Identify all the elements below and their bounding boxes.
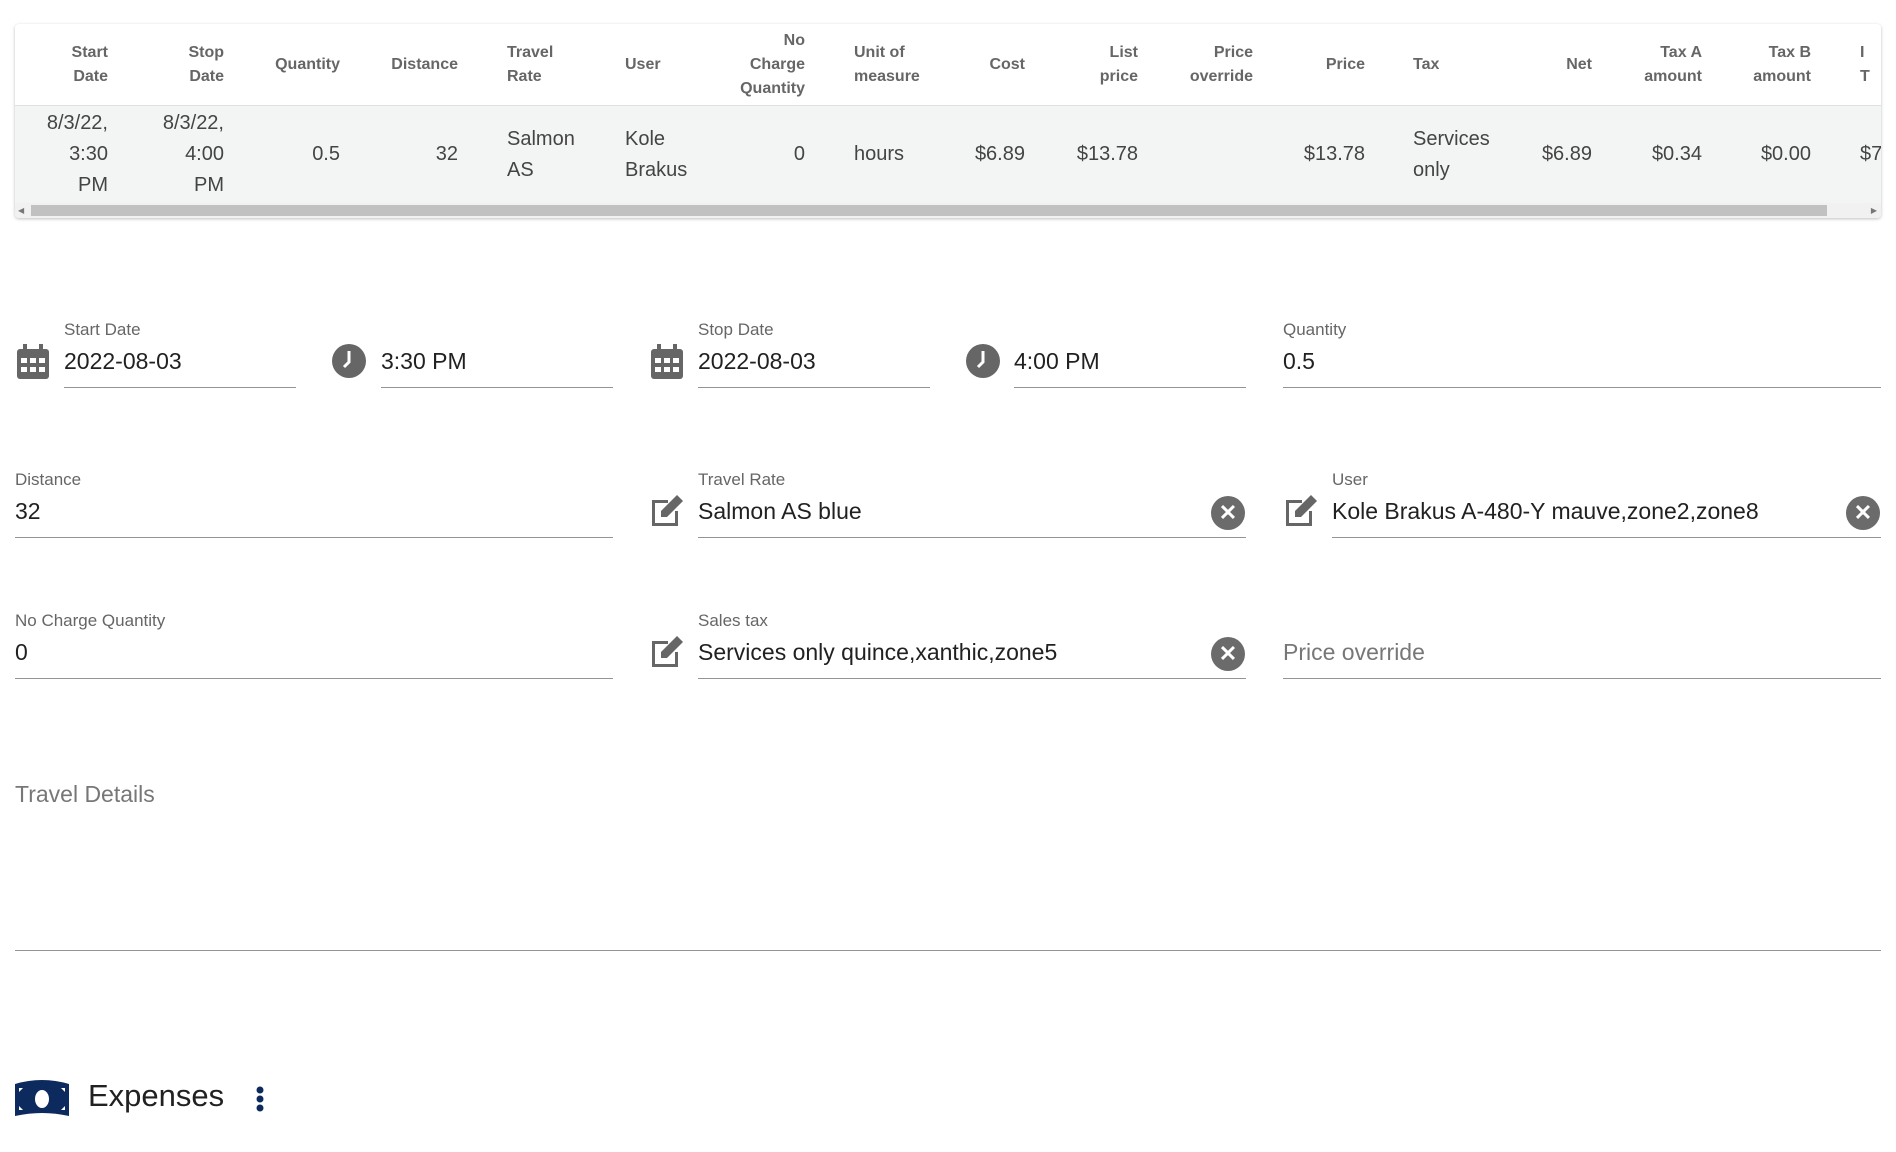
travel-rate-value: Salmon AS blue	[698, 498, 862, 524]
column-header[interactable]: Cost	[989, 24, 1025, 105]
column-header[interactable]: Quantity	[275, 24, 340, 105]
no-charge-quantity-label: No Charge Quantity	[15, 611, 166, 630]
table-cell: $13.78	[1303, 143, 1365, 165]
column-header[interactable]: Tax A amount	[1644, 24, 1702, 105]
stop-date-label: Stop Date	[698, 320, 774, 339]
table-row[interactable]: 8/3/22, 3:30 PM 8/3/22, 4:00 PM 0.5 32 Salmo…	[15, 106, 1881, 203]
user-field[interactable]: User Kole Brakus A-480-Y mauve,zone2,zon…	[1332, 470, 1881, 538]
table-cell: $7	[1860, 143, 1881, 165]
no-charge-quantity-field[interactable]: No Charge Quantity 0	[15, 611, 613, 679]
sales-tax-field[interactable]: Sales tax Services only quince,xanthic,z…	[698, 611, 1246, 679]
stop-date-value: 2022-08-03	[698, 348, 816, 374]
quantity-label: Quantity	[1283, 320, 1347, 339]
quantity-field[interactable]: Quantity 0.5	[1283, 320, 1881, 388]
travel-table: Start Date Stop Date Quantity Distance Trave…	[15, 24, 1881, 218]
table-cell: 32	[435, 143, 458, 165]
more-vertical-icon[interactable]	[250, 1082, 270, 1116]
column-header[interactable]: Stop Date	[188, 24, 224, 105]
column-header[interactable]: Unit of measure	[854, 24, 920, 105]
price-override-placeholder: Price override	[1283, 639, 1425, 665]
calendar-icon[interactable]	[650, 344, 684, 380]
edit-icon[interactable]	[649, 635, 685, 669]
sales-tax-label: Sales tax	[698, 611, 768, 630]
clear-travel-rate-icon[interactable]: ✕	[1211, 496, 1245, 530]
user-value: Kole Brakus A-480-Y mauve,zone2,zone8	[1332, 498, 1759, 524]
start-time-value: 3:30 PM	[381, 348, 467, 374]
table-cell: $0.00	[1760, 143, 1811, 165]
column-header[interactable]: Net	[1566, 24, 1592, 105]
edit-icon[interactable]	[649, 494, 685, 528]
table-header-row: Start Date Stop Date Quantity Distance Trave…	[15, 24, 1881, 106]
sales-tax-value: Services only quince,xanthic,zone5	[698, 639, 1058, 665]
table-cell: $6.89	[1541, 143, 1592, 165]
start-time-field[interactable]: 3:30 PM	[381, 320, 613, 388]
table-cell: $6.89	[974, 143, 1025, 165]
start-date-field[interactable]: Start Date 2022-08-03	[64, 320, 296, 388]
distance-value: 32	[15, 498, 41, 524]
start-date-label: Start Date	[64, 320, 141, 339]
stop-time-field[interactable]: 4:00 PM	[1014, 320, 1246, 388]
column-header[interactable]: Price	[1326, 24, 1365, 105]
money-bill-icon	[15, 1080, 69, 1118]
no-charge-quantity-value: 0	[15, 639, 28, 665]
scroll-right-arrow-icon[interactable]: ▶	[1871, 206, 1877, 215]
column-header[interactable]: I T	[1860, 24, 1870, 105]
table-cell: 0.5	[312, 143, 340, 165]
column-header[interactable]: Travel Rate	[507, 24, 553, 105]
distance-field[interactable]: Distance 32	[15, 470, 613, 538]
travel-rate-field[interactable]: Travel Rate Salmon AS blue ✕	[698, 470, 1246, 538]
column-header[interactable]: User	[625, 24, 661, 105]
table-cell: Services only	[1413, 127, 1490, 181]
horizontal-scrollbar[interactable]: ◀ ▶	[15, 203, 1881, 218]
table-cell: 8/3/22, 4:00 PM	[162, 112, 224, 196]
expenses-title: Expenses	[88, 1078, 225, 1113]
clear-sales-tax-icon[interactable]: ✕	[1211, 637, 1245, 671]
distance-label: Distance	[15, 470, 82, 489]
column-header[interactable]: Tax B amount	[1753, 24, 1811, 105]
edit-icon[interactable]	[1283, 494, 1319, 528]
start-date-value: 2022-08-03	[64, 348, 182, 374]
price-override-field[interactable]: Price override	[1283, 611, 1881, 679]
table-cell: hours	[854, 143, 905, 165]
column-header[interactable]: Start Date	[72, 24, 108, 105]
calendar-icon[interactable]	[16, 344, 50, 380]
column-header[interactable]: Tax	[1413, 24, 1439, 105]
quantity-value: 0.5	[1283, 348, 1315, 374]
travel-rate-label: Travel Rate	[698, 470, 786, 489]
table-cell: 8/3/22, 3:30 PM	[46, 112, 108, 196]
column-header[interactable]: List price	[1100, 24, 1138, 105]
travel-details-textarea[interactable]: Travel Details	[15, 770, 1881, 951]
clock-icon[interactable]	[966, 344, 1000, 378]
column-header[interactable]: Distance	[391, 24, 458, 105]
column-header[interactable]: No Charge Quantity	[740, 24, 805, 105]
stop-date-field[interactable]: Stop Date 2022-08-03	[698, 320, 930, 388]
stop-time-value: 4:00 PM	[1014, 348, 1100, 374]
table-cell: $13.78	[1076, 143, 1138, 165]
table-cell: $0.34	[1651, 143, 1702, 165]
table-cell: Salmon AS	[507, 127, 575, 181]
column-header[interactable]: Price override	[1190, 24, 1253, 105]
clock-icon[interactable]	[332, 344, 366, 378]
travel-details-placeholder: Travel Details	[15, 781, 155, 807]
table-cell: Kole Brakus	[625, 127, 688, 181]
user-label: User	[1332, 470, 1368, 489]
scrollbar-thumb[interactable]	[31, 205, 1827, 216]
scroll-left-arrow-icon[interactable]: ◀	[18, 206, 24, 215]
table-cell: 0	[793, 143, 805, 165]
clear-user-icon[interactable]: ✕	[1846, 496, 1880, 530]
